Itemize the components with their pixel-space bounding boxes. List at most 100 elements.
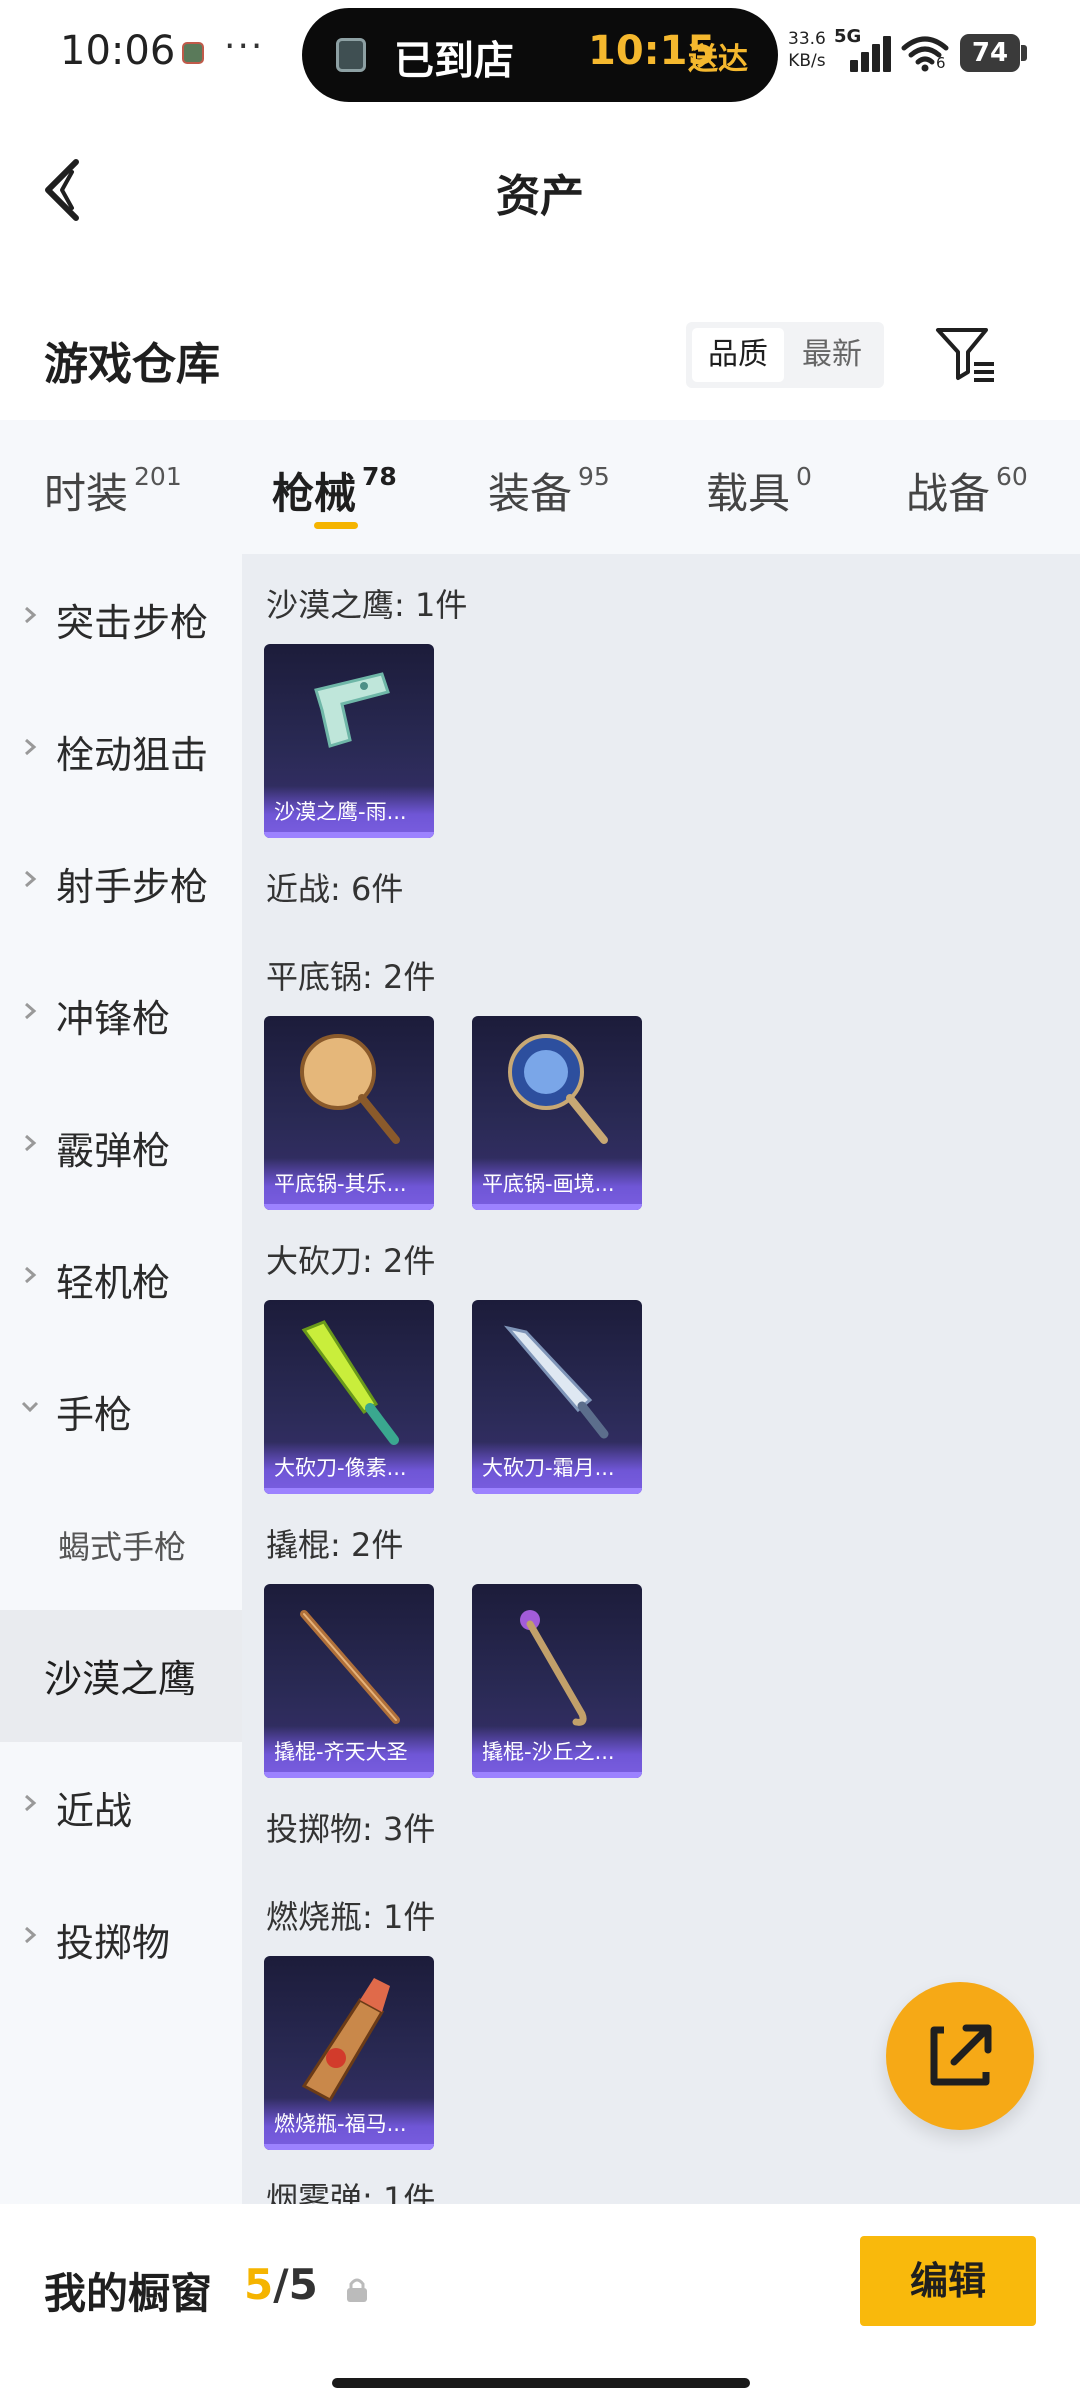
battery-level: 74 [971, 38, 1009, 68]
chevron-right-icon [25, 1266, 37, 1284]
tab-label: 时装 [44, 469, 129, 518]
tab-fashion[interactable]: 时装 201 [44, 460, 182, 521]
tab-equipment[interactable]: 装备 95 [488, 460, 610, 521]
sidebar-item-label: 蝎式手枪 [58, 1528, 187, 1566]
item-label: 大砍刀-像素... [274, 1456, 407, 1480]
item-card[interactable]: 大砍刀-像素... [264, 1300, 434, 1494]
group-title: 平底锅: 2件 [266, 958, 436, 996]
sidebar-item-label: 沙漠之鹰 [44, 1657, 197, 1701]
item-list[interactable]: 沙漠之鹰: 1件 沙漠之鹰-雨... 近战: 6件 平底锅: 2件 平底锅-其乐… [242, 554, 1080, 2204]
network-speed-unit: KB/s [788, 51, 826, 71]
showcase-bar: 我的橱窗 5/5 编辑 [0, 2204, 1080, 2400]
group-title: 撬棍: 2件 [266, 1526, 404, 1564]
warehouse-title: 游戏仓库 [44, 339, 220, 390]
app-notification-icon [182, 42, 204, 64]
live-activity-pill[interactable]: 已到店 10:15 送达 [302, 8, 778, 102]
network-speed: 33.6 KB/s [788, 28, 826, 72]
sidebar-subitem-scorpion[interactable]: 蝎式手枪 [0, 1478, 242, 1610]
sidebar-item-marksman-rifle[interactable]: 射手步枪 [0, 818, 242, 950]
item-label: 平底锅-其乐... [274, 1172, 407, 1196]
chevron-right-icon [25, 1926, 37, 1944]
tab-count: 60 [996, 462, 1028, 491]
sidebar-item-melee[interactable]: 近战 [0, 1742, 242, 1874]
tab-count: 78 [362, 462, 397, 491]
sidebar-item-label: 手枪 [56, 1393, 133, 1437]
group-title: 大砍刀: 2件 [266, 1242, 436, 1280]
edit-button[interactable]: 编辑 [860, 2236, 1036, 2326]
delivery-icon [336, 38, 366, 72]
chevron-right-icon [25, 738, 37, 756]
item-card[interactable]: 燃烧瓶-福马... [264, 1956, 434, 2150]
page-title: 资产 [496, 171, 584, 222]
card-rarity-line [472, 1488, 642, 1494]
showcase-count-current: 5 [244, 2260, 274, 2309]
network-speed-value: 33.6 [788, 29, 826, 49]
chevron-down-icon [21, 1401, 39, 1413]
chevron-right-icon [25, 606, 37, 624]
sort-newest-button[interactable]: 最新 [786, 328, 878, 382]
tab-label: 载具 [706, 469, 791, 518]
share-button[interactable] [886, 1982, 1034, 2130]
item-label: 沙漠之鹰-雨... [274, 800, 407, 824]
sidebar-item-smg[interactable]: 冲锋枪 [0, 950, 242, 1082]
sort-toggle: 品质 最新 [686, 322, 884, 388]
card-rarity-line [264, 1772, 434, 1778]
showcase-title: 我的橱窗 [44, 2269, 213, 2318]
tab-vehicles[interactable]: 载具 0 [706, 460, 812, 521]
sidebar: 突击步枪 栓动狙击 射手步枪 冲锋枪 霰弹枪 轻机枪 手枪 蝎式手枪 沙漠之鹰 … [0, 554, 242, 2204]
item-card[interactable]: 撬棍-沙丘之... [472, 1584, 642, 1778]
home-indicator[interactable] [332, 2378, 750, 2388]
lock-icon [347, 2278, 367, 2302]
sidebar-item-label: 冲锋枪 [56, 997, 171, 1041]
group-title: 投掷物: 3件 [266, 1810, 436, 1848]
item-label: 撬棍-沙丘之... [482, 1740, 615, 1764]
card-rarity-line [264, 1488, 434, 1494]
card-rarity-line [472, 1772, 642, 1778]
more-notifications-icon: ··· [224, 26, 265, 67]
tab-label: 装备 [488, 469, 573, 518]
showcase-count-total: /5 [273, 2260, 318, 2309]
item-card[interactable]: 平底锅-画境... [472, 1016, 642, 1210]
share-icon [930, 2024, 992, 2086]
group-title: 近战: 6件 [266, 870, 404, 908]
sidebar-item-lmg[interactable]: 轻机枪 [0, 1214, 242, 1346]
sidebar-item-pistol[interactable]: 手枪 [0, 1346, 242, 1478]
chevron-right-icon [25, 1134, 37, 1152]
status-bar: 10:06 ··· 已到店 10:15 送达 33.6 KB/s 5G 6 74 [0, 0, 1080, 110]
group-title: 烟雾弹: 1件 [266, 2180, 436, 2204]
tab-label: 枪械 [272, 469, 357, 518]
showcase-count: 5/5 [244, 2260, 318, 2309]
battery-tip [1021, 45, 1027, 61]
card-rarity-line [264, 832, 434, 838]
tab-count: 95 [578, 462, 610, 491]
sidebar-item-label: 霰弹枪 [56, 1129, 171, 1173]
card-rarity-line [472, 1204, 642, 1210]
item-label: 燃烧瓶-福马... [274, 2112, 407, 2136]
filter-icon[interactable] [934, 322, 998, 386]
active-tab-indicator [314, 522, 358, 529]
item-card[interactable]: 沙漠之鹰-雨... [264, 644, 434, 838]
card-rarity-line [264, 2144, 434, 2150]
chevron-right-icon [25, 870, 37, 888]
category-tabbar: 时装 201 枪械 78 装备 95 载具 0 战备 60 [0, 420, 1080, 554]
sidebar-item-assault-rifle[interactable]: 突击步枪 [0, 554, 242, 686]
sort-quality-button[interactable]: 品质 [692, 328, 784, 382]
sidebar-item-label: 突击步枪 [56, 601, 209, 645]
sidebar-item-throwables[interactable]: 投掷物 [0, 1874, 242, 2006]
tab-firearms[interactable]: 枪械 78 [272, 460, 397, 521]
tab-supplies[interactable]: 战备 60 [906, 460, 1028, 521]
sidebar-item-shotgun[interactable]: 霰弹枪 [0, 1082, 242, 1214]
wifi-number: 6 [936, 54, 946, 72]
item-card[interactable]: 平底锅-其乐... [264, 1016, 434, 1210]
sidebar-item-label: 栓动狙击 [56, 733, 209, 777]
pill-eta-suffix: 送达 [688, 42, 748, 77]
sidebar-subitem-desert-eagle[interactable]: 沙漠之鹰 [0, 1610, 242, 1742]
sidebar-item-label: 投掷物 [56, 1921, 171, 1965]
sidebar-item-bolt-sniper[interactable]: 栓动狙击 [0, 686, 242, 818]
chevron-right-icon [25, 1794, 37, 1812]
item-card[interactable]: 撬棍-齐天大圣 [264, 1584, 434, 1778]
item-label: 大砍刀-霜月... [482, 1456, 615, 1480]
battery-icon: 74 [960, 34, 1020, 72]
sidebar-item-label: 轻机枪 [56, 1261, 171, 1305]
item-card[interactable]: 大砍刀-霜月... [472, 1300, 642, 1494]
